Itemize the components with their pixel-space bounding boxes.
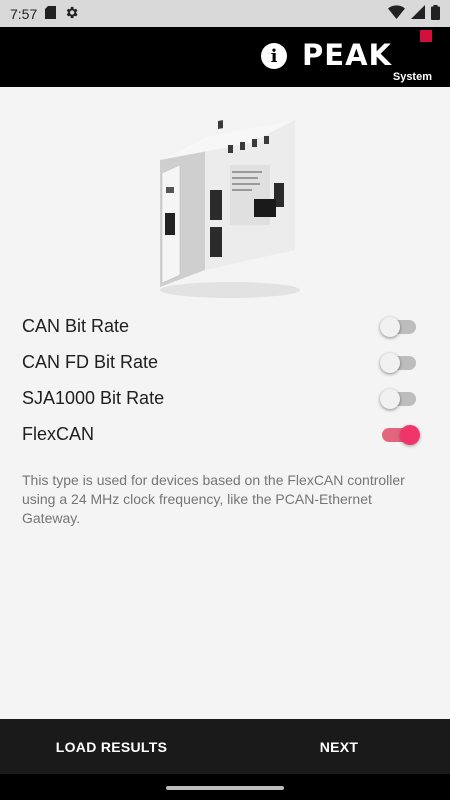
- battery-icon: [431, 4, 440, 23]
- info-icon: i: [270, 45, 278, 67]
- toggle-knob: [380, 353, 400, 373]
- wifi-icon: [388, 5, 405, 22]
- option-flexcan[interactable]: FlexCAN: [0, 418, 450, 454]
- option-description: This type is used for devices based on t…: [22, 472, 405, 526]
- sja1000-bit-rate-toggle[interactable]: [380, 389, 416, 409]
- logo-text: PEAK: [302, 38, 392, 72]
- logo-accent-square: [420, 30, 432, 42]
- toggle-knob: [380, 317, 400, 337]
- option-can-bit-rate[interactable]: CAN Bit Rate: [0, 310, 450, 346]
- load-results-button[interactable]: LOAD RESULTS: [30, 719, 193, 774]
- info-button[interactable]: i: [261, 43, 287, 69]
- system-navigation-bar: [0, 774, 450, 800]
- toggle-knob: [380, 389, 400, 409]
- logo-subtext: System: [392, 71, 432, 83]
- option-label: CAN Bit Rate: [22, 316, 130, 336]
- flexcan-toggle[interactable]: [382, 425, 420, 445]
- status-bar-right: [388, 4, 440, 23]
- signal-icon: [411, 5, 425, 22]
- toggle-knob: [400, 425, 420, 445]
- bit-rate-options-list: CAN Bit Rate CAN FD Bit Rate SJA1000 Bit…: [0, 310, 450, 454]
- peak-system-logo: PEAK System: [302, 28, 440, 86]
- option-label: SJA1000 Bit Rate: [22, 388, 165, 408]
- device-image: [150, 115, 305, 300]
- can-fd-bit-rate-toggle[interactable]: [380, 353, 416, 373]
- option-can-fd-bit-rate[interactable]: CAN FD Bit Rate: [0, 346, 450, 382]
- home-gesture-handle[interactable]: [166, 786, 284, 790]
- next-button[interactable]: NEXT: [300, 719, 378, 774]
- settings-gear-icon: [64, 5, 79, 23]
- option-label: CAN FD Bit Rate: [22, 352, 159, 372]
- sd-card-icon: [45, 5, 57, 22]
- can-bit-rate-toggle[interactable]: [380, 317, 416, 337]
- status-time: 7:57: [10, 5, 38, 22]
- option-label: FlexCAN: [22, 424, 95, 444]
- status-bar-left: 7:57: [10, 5, 79, 23]
- option-sja1000-bit-rate[interactable]: SJA1000 Bit Rate: [0, 382, 450, 418]
- bottom-action-bar: LOAD RESULTS NEXT: [0, 719, 450, 774]
- status-bar: 7:57: [0, 0, 450, 27]
